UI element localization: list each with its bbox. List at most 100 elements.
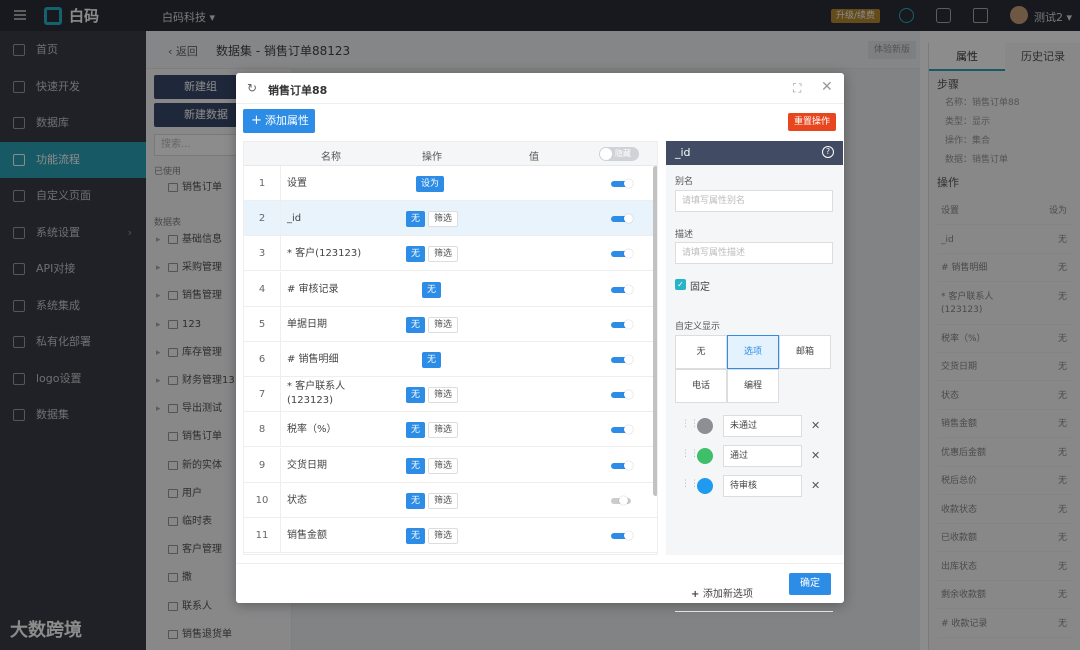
table-row[interactable]: 7 * 客户联系人(123123) 无筛选 — [244, 377, 657, 413]
col-value: 值 — [529, 152, 539, 163]
row-name: 税率（%） — [287, 424, 337, 436]
filter-button[interactable]: 筛选 — [428, 316, 459, 333]
table-row[interactable]: 4 # 审核记录 无 — [244, 271, 657, 307]
toggle-knob — [624, 390, 633, 400]
filter-button[interactable]: 筛选 — [428, 211, 459, 228]
desc-label: 描述 — [675, 230, 694, 240]
row-name: 状态 — [287, 494, 307, 506]
remove-option-icon[interactable]: ✕ — [811, 479, 820, 492]
row-number: 7 — [244, 377, 281, 413]
hide-toggle[interactable]: 隐藏 — [599, 147, 639, 161]
expand-icon[interactable]: ⛶ — [793, 81, 801, 96]
row-number: 1 — [244, 166, 281, 201]
filter-button[interactable]: 筛选 — [428, 528, 459, 544]
table-row[interactable]: 5 单据日期 无筛选 — [244, 306, 657, 342]
filter-button[interactable]: 筛选 — [428, 457, 459, 474]
property-modal: ↻ 销售订单88 ⛶ ✕ + 添加属性 重置操作 名称 操作 值 隐藏 1 设置 设为… — [236, 73, 844, 612]
op-button[interactable]: 无 — [406, 528, 426, 544]
table-row[interactable]: 10 状态 无筛选 — [244, 482, 657, 518]
table-row[interactable]: 3 * 客户(123123) 无筛选 — [244, 236, 657, 272]
table-row[interactable]: 1 设置 设为 — [244, 166, 657, 201]
remove-option-icon[interactable]: ✕ — [811, 419, 820, 432]
fixed-label: 固定 — [690, 282, 710, 293]
op-button[interactable]: 无 — [406, 387, 426, 404]
row-name: 销售金额 — [287, 530, 327, 541]
color-swatch[interactable] — [697, 448, 713, 464]
visibility-toggle[interactable] — [611, 284, 633, 294]
toggle-knob — [624, 460, 633, 470]
row-number: 11 — [244, 518, 281, 553]
color-swatch[interactable] — [697, 478, 713, 494]
option-input[interactable]: 通过 — [723, 445, 802, 467]
color-swatch[interactable] — [697, 418, 713, 434]
op-button[interactable]: 无 — [422, 352, 442, 368]
table-header: 名称 操作 值 隐藏 — [244, 142, 657, 166]
confirm-button[interactable]: 确定 — [789, 573, 831, 595]
toggle-knob — [624, 284, 633, 294]
row-number: 2 — [244, 201, 281, 237]
op-button[interactable]: 无 — [406, 422, 426, 439]
property-detail: _id ? 别名 请填写属性别名 描述 请填写属性描述 ✓ 固定 自定义显示 无… — [666, 141, 843, 612]
modal-footer-divider — [236, 563, 844, 564]
op-button[interactable]: 无 — [406, 246, 426, 263]
table-row[interactable]: 2 _id 无筛选 — [244, 201, 657, 237]
row-number: 8 — [244, 412, 281, 448]
filter-button[interactable]: 筛选 — [428, 422, 459, 439]
display-option[interactable]: 无 — [675, 335, 727, 369]
col-name: 名称 — [321, 152, 341, 163]
filter-button[interactable]: 筛选 — [428, 492, 459, 509]
fixed-checkbox[interactable]: ✓ — [675, 279, 686, 290]
visibility-toggle[interactable] — [611, 531, 633, 540]
visibility-toggle[interactable] — [611, 355, 633, 364]
visibility-toggle[interactable] — [611, 425, 633, 435]
toggle-knob — [600, 148, 612, 160]
detail-title: _id — [675, 146, 691, 159]
visibility-toggle[interactable] — [611, 249, 633, 259]
row-name: 交货日期 — [287, 459, 327, 471]
refresh-icon[interactable]: ↻ — [247, 81, 257, 95]
row-number: 4 — [244, 271, 281, 307]
op-button[interactable]: 设为 — [416, 176, 445, 192]
op-button[interactable]: 无 — [406, 457, 426, 474]
display-option[interactable]: 编程 — [727, 369, 779, 403]
close-icon[interactable]: ✕ — [821, 79, 833, 95]
row-name: 设置 — [287, 178, 307, 189]
display-option[interactable]: 选项 — [727, 335, 779, 369]
remove-option-icon[interactable]: ✕ — [811, 449, 820, 462]
visibility-toggle[interactable] — [611, 390, 633, 400]
row-number: 5 — [244, 306, 281, 342]
display-option[interactable]: 电话 — [675, 369, 727, 403]
op-button[interactable]: 无 — [406, 211, 426, 228]
display-option[interactable]: 邮箱 — [779, 335, 831, 369]
table-row[interactable]: 6 # 销售明细 无 — [244, 342, 657, 377]
row-name: # 销售明细 — [287, 354, 339, 365]
option-input[interactable]: 未通过 — [723, 415, 802, 437]
op-button[interactable]: 无 — [422, 281, 442, 298]
visibility-toggle[interactable] — [611, 495, 631, 505]
table-scrollbar[interactable] — [653, 166, 657, 496]
row-name: _id — [287, 213, 302, 225]
table-row[interactable]: 11 销售金额 无筛选 — [244, 518, 657, 553]
row-number: 3 — [244, 236, 281, 272]
add-property-button[interactable]: + 添加属性 — [243, 109, 315, 133]
visibility-toggle[interactable] — [611, 460, 633, 470]
help-icon[interactable]: ? — [822, 146, 834, 158]
table-row[interactable]: 9 交货日期 无筛选 — [244, 447, 657, 483]
visibility-toggle[interactable] — [611, 179, 633, 188]
filter-button[interactable]: 筛选 — [428, 387, 459, 404]
visibility-toggle[interactable] — [611, 214, 633, 224]
add-option-button[interactable]: + 添加新选项 — [691, 585, 753, 600]
toggle-knob — [624, 214, 633, 224]
property-table: 名称 操作 值 隐藏 1 设置 设为 2 _id 无筛选 3 * 客户(123123) 无筛选 4… — [243, 141, 658, 555]
table-row[interactable]: 8 税率（%） 无筛选 — [244, 412, 657, 448]
filter-button[interactable]: 筛选 — [428, 246, 459, 263]
visibility-toggle[interactable] — [611, 319, 633, 329]
desc-input[interactable]: 请填写属性描述 — [675, 242, 833, 264]
alias-input[interactable]: 请填写属性别名 — [675, 190, 833, 212]
op-button[interactable]: 无 — [406, 492, 426, 509]
option-input[interactable]: 待审核 — [723, 475, 802, 497]
op-button[interactable]: 无 — [406, 316, 426, 333]
row-number: 6 — [244, 342, 281, 377]
reset-button[interactable]: 重置操作 — [788, 113, 836, 131]
row-name: # 审核记录 — [287, 283, 339, 295]
